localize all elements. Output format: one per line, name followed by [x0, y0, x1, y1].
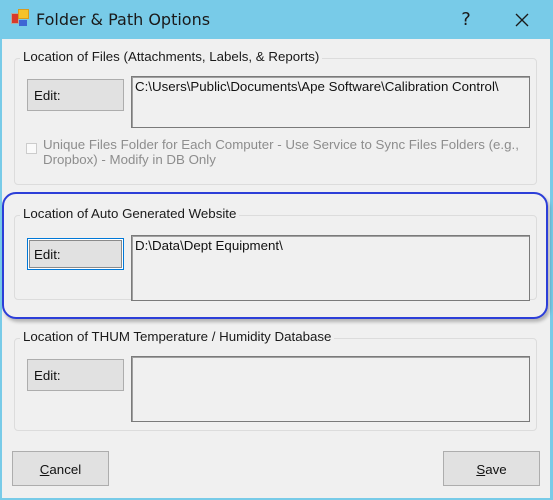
title-bar[interactable]: Folder & Path Options ?	[0, 0, 553, 39]
thum-database-path-field[interactable]	[131, 356, 530, 422]
unique-files-folder-label: Unique Files Folder for Each Computer - …	[43, 137, 519, 167]
folder-path-options-dialog: Folder & Path Options ? Location of File…	[0, 0, 553, 500]
cancel-label: ancel	[49, 462, 82, 477]
website-location-edit-button[interactable]: Edit:	[27, 238, 124, 270]
folder-options-app-icon	[11, 9, 29, 27]
save-button[interactable]: Save	[443, 451, 540, 486]
files-location-edit-button[interactable]: Edit:	[27, 79, 124, 111]
close-x-icon	[515, 13, 529, 27]
close-button[interactable]	[508, 6, 536, 34]
help-button[interactable]: ?	[452, 6, 480, 34]
save-mnemonic: S	[476, 462, 486, 477]
website-location-group-label: Location of Auto Generated Website	[20, 206, 240, 221]
save-label: ave	[485, 462, 507, 477]
thum-database-edit-button[interactable]: Edit:	[27, 359, 124, 391]
cancel-mnemonic: C	[39, 462, 50, 477]
window-title: Folder & Path Options	[36, 10, 211, 29]
files-location-group: Location of Files (Attachments, Labels, …	[14, 49, 537, 185]
dialog-client-area: Location of Files (Attachments, Labels, …	[2, 39, 550, 498]
unique-files-folder-checkbox[interactable]	[26, 143, 37, 154]
website-location-path-field[interactable]: D:\Data\Dept Equipment\	[131, 235, 530, 301]
files-location-path-field[interactable]: C:\Users\Public\Documents\Ape Software\C…	[131, 76, 530, 128]
cancel-button[interactable]: Cancel	[12, 451, 109, 486]
files-location-group-label: Location of Files (Attachments, Labels, …	[20, 49, 323, 64]
website-location-group: Location of Auto Generated Website Edit:…	[14, 206, 537, 301]
thum-database-location-group-label: Location of THUM Temperature / Humidity …	[20, 329, 335, 344]
thum-database-location-group: Location of THUM Temperature / Humidity …	[14, 329, 537, 431]
